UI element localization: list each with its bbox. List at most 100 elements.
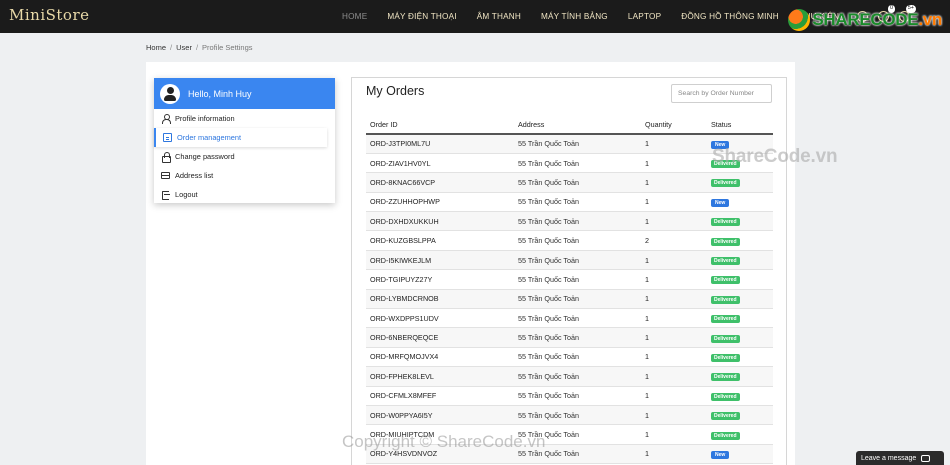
order-id-cell: ORD-DXHDXUKKUH — [366, 211, 514, 232]
address-cell: 55 Trần Quốc Toản — [514, 153, 641, 174]
sidebar-item-profile[interactable]: Profile information — [154, 109, 335, 128]
nav-smartwatch[interactable]: ĐỒNG HỒ THÔNG MINH — [681, 12, 779, 21]
table-row[interactable]: ORD-WXDPPS1UDV 55 Trần Quốc Toản 1 Delivere… — [366, 308, 773, 329]
order-id-cell: ORD-CFMLX8MFEF — [366, 386, 514, 406]
order-search-input[interactable] — [671, 84, 772, 103]
table-row[interactable]: ORD-8KNAC66VCP 55 Trần Quốc Toản 1 Delivere… — [366, 172, 773, 193]
breadcrumb-separator: / — [170, 43, 173, 52]
sidebar-item-orders[interactable]: Order management — [154, 128, 327, 147]
column-header-address[interactable]: Address — [514, 116, 641, 135]
sidebar-item-password[interactable]: Change password — [154, 147, 335, 166]
address-cell: 55 Trần Quốc Toản — [514, 289, 641, 310]
status-cell: Delivered — [707, 327, 773, 348]
breadcrumb-home[interactable]: Home — [146, 43, 166, 52]
address-cell: 55 Trần Quốc Toản — [514, 134, 641, 154]
table-row[interactable]: ORD-DXHDXUKKUH 55 Trần Quốc Toản 1 Delivere… — [366, 211, 773, 232]
address-cell: 55 Trần Quốc Toản — [514, 308, 641, 329]
table-row[interactable]: ORD-FPHEK8LEVL 55 Trần Quốc Toản 1 Delivere… — [366, 366, 773, 387]
main-menu: HOME MÁY ĐIỆN THOẠI ÂM THANH MÁY TÍNH BẢ… — [342, 0, 859, 33]
address-cell: 55 Trần Quốc Toản — [514, 386, 641, 406]
quantity-cell: 1 — [641, 308, 707, 329]
column-header-quantity[interactable]: Quantity — [641, 116, 707, 135]
nav-laptop[interactable]: LAPTOP — [628, 12, 661, 21]
quantity-cell: 1 — [641, 386, 707, 406]
order-id-cell: ORD-WXDPPS1UDV — [366, 308, 514, 329]
table-row[interactable]: ORD-LYBMDCRNOB 55 Trần Quốc Toản 1 Delivere… — [366, 289, 773, 310]
nav-home[interactable]: HOME — [342, 12, 367, 21]
table-row[interactable]: ORD-ZZUHHOPHWP 55 Trần Quốc Toản 1 New — [366, 192, 773, 213]
address-cell: 55 Trần Quốc Toản — [514, 211, 641, 232]
order-id-cell: ORD-I5KIWKEJLM — [366, 250, 514, 271]
orders-panel: My Orders Order ID Address Quantity Stat… — [351, 77, 787, 465]
sidebar-header: Hello, Minh Huy — [154, 78, 335, 109]
sharecode-logo-text: SHARECODE.vn — [812, 10, 942, 29]
quantity-cell: 1 — [641, 153, 707, 174]
orders-table: Order ID Address Quantity Status ORD-J3T… — [366, 116, 773, 465]
status-badge: Delivered — [711, 257, 740, 266]
leave-message-label: Leave a message — [861, 454, 917, 462]
table-header-row: Order ID Address Quantity Status — [366, 116, 773, 135]
sidebar-item-address[interactable]: Address list — [154, 166, 335, 185]
address-cell: 55 Trần Quốc Toản — [514, 327, 641, 348]
quantity-cell: 1 — [641, 424, 707, 445]
status-badge: New — [711, 198, 730, 207]
brand-logo[interactable]: MiniStore — [9, 6, 90, 24]
breadcrumb-current: Profile Settings — [202, 43, 253, 52]
sharecode-logo-watermark: SHARECODE.vn — [788, 9, 942, 31]
status-badge: Delivered — [711, 218, 740, 227]
status-badge: Delivered — [711, 334, 740, 343]
page-title: My Orders — [366, 84, 425, 98]
status-cell: Delivered — [707, 424, 773, 445]
order-id-cell: ORD-LYBMDCRNOB — [366, 289, 514, 310]
column-header-order-id[interactable]: Order ID — [366, 116, 514, 135]
status-cell: New — [707, 444, 773, 465]
column-header-status[interactable]: Status — [707, 116, 773, 135]
status-cell: Delivered — [707, 405, 773, 426]
quantity-cell: 1 — [641, 192, 707, 213]
address-cell: 55 Trần Quốc Toản — [514, 172, 641, 193]
nav-audio[interactable]: ÂM THANH — [477, 12, 521, 21]
nav-tablets[interactable]: MÁY TÍNH BẢNG — [541, 12, 608, 21]
sidebar-item-logout[interactable]: Logout — [154, 185, 335, 204]
table-row[interactable]: ORD-6NBERQEQCE 55 Trần Quốc Toản 1 Delivere… — [366, 327, 773, 348]
table-row[interactable]: ORD-I5KIWKEJLM 55 Trần Quốc Toản 1 Delivere… — [366, 250, 773, 271]
status-badge: Delivered — [711, 237, 740, 246]
quantity-cell: 1 — [641, 134, 707, 154]
table-row[interactable]: ORD-CFMLX8MFEF 55 Trần Quốc Toản 1 Delivere… — [366, 386, 773, 406]
leave-message-button[interactable]: Leave a message — [856, 451, 944, 465]
order-id-cell: ORD-ZZUHHOPHWP — [366, 192, 514, 213]
order-id-cell: ORD-J3TPI0ML7U — [366, 134, 514, 154]
quantity-cell: 1 — [641, 444, 707, 465]
quantity-cell: 2 — [641, 230, 707, 251]
address-cell: 55 Trần Quốc Toản — [514, 347, 641, 368]
status-cell: Delivered — [707, 386, 773, 406]
logout-icon — [161, 190, 170, 200]
lock-icon — [161, 152, 171, 163]
sidebar-item-label: Profile information — [175, 114, 235, 123]
status-badge: Delivered — [711, 431, 740, 440]
status-cell: New — [707, 192, 773, 213]
table-row[interactable]: ORD-TGIPUYZ27Y 55 Trần Quốc Toản 1 Delivere… — [366, 269, 773, 290]
sidebar-item-label: Logout — [175, 190, 198, 199]
order-id-cell: ORD-KUZGBSLPPA — [366, 230, 514, 251]
status-cell: Delivered — [707, 269, 773, 290]
watermark-text: ShareCode.vn — [712, 146, 838, 167]
nav-phones[interactable]: MÁY ĐIỆN THOẠI — [387, 12, 456, 21]
status-cell: Delivered — [707, 347, 773, 368]
status-cell: Delivered — [707, 172, 773, 193]
quantity-cell: 1 — [641, 405, 707, 426]
table-row[interactable]: ORD-MRFQMOJVX4 55 Trần Quốc Toản 1 Delivere… — [366, 347, 773, 368]
quantity-cell: 1 — [641, 366, 707, 387]
table-row[interactable]: ORD-KUZGBSLPPA 55 Trần Quốc Toản 2 Delivere… — [366, 230, 773, 251]
status-cell: Delivered — [707, 250, 773, 271]
status-badge: Delivered — [711, 295, 740, 304]
breadcrumb-user[interactable]: User — [176, 43, 192, 52]
order-id-cell: ORD-FPHEK8LEVL — [366, 366, 514, 387]
address-cell: 55 Trần Quốc Toản — [514, 366, 641, 387]
status-badge: Delivered — [711, 392, 740, 401]
quantity-cell: 1 — [641, 269, 707, 290]
table-row[interactable]: ORD-W0PPYA6I5Y 55 Trần Quốc Toản 1 Delivere… — [366, 405, 773, 426]
avatar-icon — [160, 83, 180, 104]
copyright-watermark: Copyright © ShareCode.vn — [342, 432, 546, 451]
address-cell: 55 Trần Quốc Toản — [514, 250, 641, 271]
